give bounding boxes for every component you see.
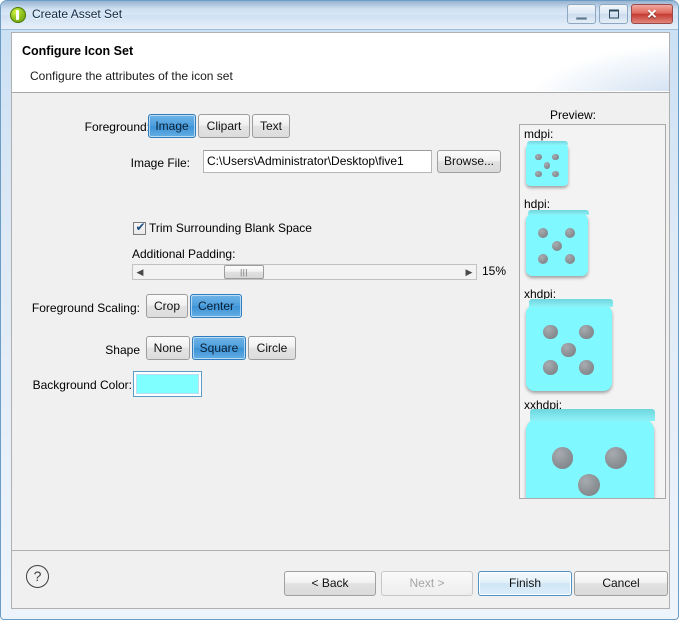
dice-top-edge	[529, 409, 656, 421]
padding-value: 15%	[482, 264, 507, 278]
slider-left-arrow-icon[interactable]: ◀	[133, 265, 147, 279]
trim-checkbox-label: Trim Surrounding Blank Space	[149, 221, 312, 235]
background-color-swatch[interactable]	[133, 371, 202, 397]
dice-top-edge	[528, 298, 613, 307]
padding-slider[interactable]: ◀ ▶ |||	[132, 264, 477, 280]
preview-label-hdpi: hdpi:	[524, 197, 551, 211]
dice-pip	[543, 162, 550, 169]
foreground-label: Foreground:	[84, 120, 150, 134]
preview-panel: mdpi: hdpi: xhdpi: xxhdpi:	[519, 124, 666, 499]
preview-icon-xxhdpi	[526, 409, 656, 498]
help-icon[interactable]: ?	[26, 565, 49, 588]
minimize-button[interactable]	[567, 4, 596, 24]
dice-pip	[535, 154, 542, 161]
dice-pip	[565, 253, 575, 264]
preview-label-mdpi: mdpi:	[524, 127, 554, 141]
finish-button[interactable]: Finish	[478, 571, 572, 596]
scaling-option-crop[interactable]: Crop	[146, 294, 188, 318]
next-button[interactable]: Next >	[381, 571, 473, 596]
background-color-label: Background Color:	[32, 378, 132, 392]
page-subtitle: Configure the attributes of the icon set	[30, 69, 233, 83]
preview-icon-hdpi	[526, 209, 589, 276]
maximize-icon	[600, 9, 627, 19]
foreground-option-text[interactable]: Text	[252, 114, 290, 138]
app-icon	[10, 7, 26, 23]
dice-pip	[535, 170, 542, 178]
dice-pip	[543, 360, 558, 375]
dice-pip	[538, 253, 549, 264]
slider-right-arrow-icon[interactable]: ▶	[462, 265, 476, 279]
main-panel: Foreground: Image Clipart Text Image Fil…	[11, 92, 670, 551]
browse-button[interactable]: Browse...	[437, 150, 501, 173]
shape-option-square[interactable]: Square	[192, 336, 246, 360]
page-title: Configure Icon Set	[22, 44, 134, 58]
dice-pip	[543, 324, 558, 340]
additional-padding-label: Additional Padding:	[132, 247, 236, 261]
shape-option-none[interactable]: None	[146, 336, 190, 360]
foreground-option-image[interactable]: Image	[148, 114, 196, 138]
minimize-icon	[568, 17, 595, 20]
foreground-scaling-label: Foreground Scaling:	[31, 301, 140, 315]
maximize-button[interactable]	[599, 4, 628, 24]
footer-bar: ? < Back Next > Finish Cancel	[11, 551, 670, 609]
create-asset-set-window: Create Asset Set ✕ Configure Icon Set Co…	[0, 0, 679, 620]
dice-top-edge	[527, 141, 569, 145]
shape-label: Shape	[105, 343, 140, 357]
foreground-option-clipart[interactable]: Clipart	[198, 114, 250, 138]
image-file-label: Image File:	[130, 156, 190, 170]
close-icon: ✕	[646, 6, 658, 22]
preview-label: Preview:	[549, 108, 597, 122]
image-file-input[interactable]: C:\Users\Administrator\Desktop\five1	[203, 150, 432, 173]
preview-icon-xhdpi	[526, 298, 613, 391]
title-bar[interactable]: Create Asset Set ✕	[1, 1, 678, 30]
background-color-value	[136, 374, 199, 394]
dice-top-edge	[527, 209, 589, 216]
slider-grip-icon: |||	[240, 268, 248, 277]
wizard-header: Configure Icon Set Configure the attribu…	[11, 32, 670, 92]
checkmark-icon: ✔	[135, 220, 146, 234]
cancel-button[interactable]: Cancel	[574, 571, 668, 596]
shape-option-circle[interactable]: Circle	[248, 336, 296, 360]
scaling-option-center[interactable]: Center	[190, 294, 242, 318]
padding-slider-thumb[interactable]: |||	[224, 265, 264, 279]
header-gloss	[499, 33, 669, 91]
close-button[interactable]: ✕	[631, 4, 673, 24]
back-button[interactable]: < Back	[284, 571, 376, 596]
dice-pip	[579, 360, 594, 375]
preview-icon-mdpi	[526, 141, 569, 186]
dice-pip	[552, 170, 559, 178]
window-title: Create Asset Set	[32, 7, 123, 21]
trim-checkbox[interactable]: ✔	[133, 220, 146, 235]
